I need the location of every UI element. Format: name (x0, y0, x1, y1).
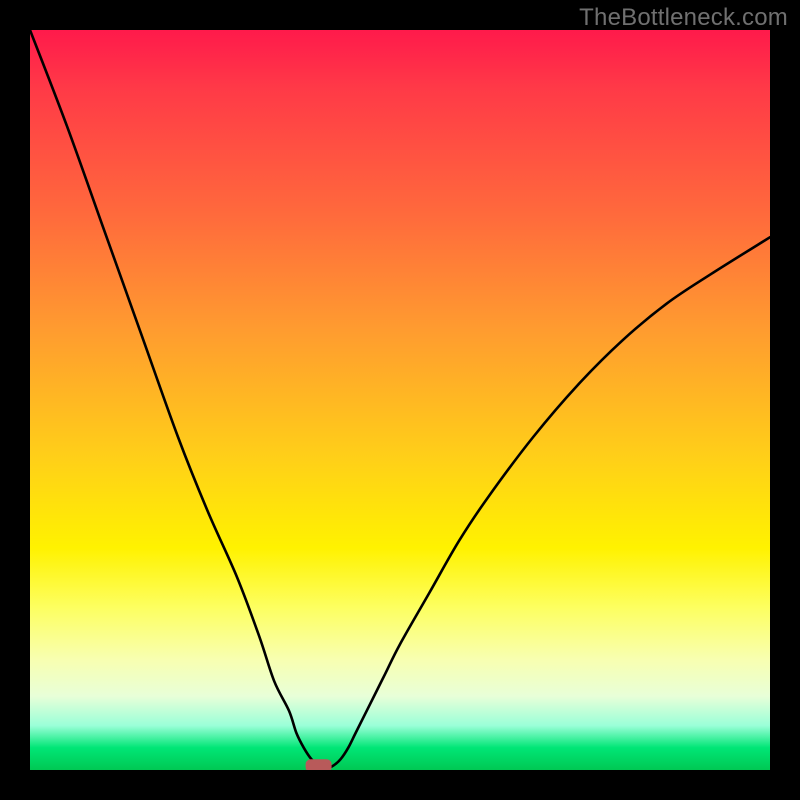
chart-frame: TheBottleneck.com (0, 0, 800, 800)
watermark-text: TheBottleneck.com (579, 4, 788, 32)
plot-area (30, 30, 770, 770)
bottleneck-curve (30, 30, 770, 770)
minimum-marker (306, 759, 332, 770)
curve-line (30, 30, 770, 769)
